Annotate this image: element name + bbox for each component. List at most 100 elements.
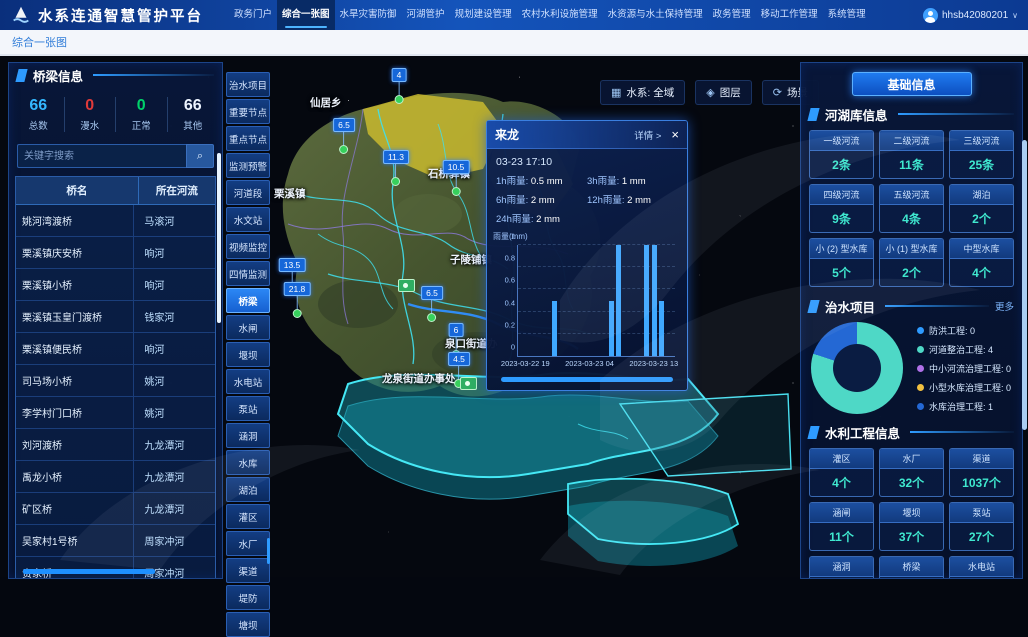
nav-item-移动工作管理[interactable]: 移动工作管理 (756, 0, 823, 30)
page-scrollbar[interactable] (1022, 140, 1027, 430)
info-card-四级河流[interactable]: 四级河流9条 (809, 184, 874, 233)
layer-item-监测预警[interactable]: 监测预警 (226, 153, 270, 178)
stat-value: 66 (168, 97, 219, 115)
river-cell: 响河 (134, 237, 215, 268)
layer-item-堰坝[interactable]: 堰坝 (226, 342, 270, 367)
more-link[interactable]: 更多 (995, 299, 1014, 313)
map-control-图层[interactable]: ◈图层 (695, 80, 751, 105)
rain-station-marker[interactable]: 6.5 (421, 286, 443, 322)
layer-item-视频监控[interactable]: 视频监控 (226, 234, 270, 259)
table-row[interactable]: 禹龙小桥九龙潭河 (16, 461, 215, 493)
user-avatar (923, 8, 938, 23)
layer-item-四情监测[interactable]: 四情监测 (226, 261, 270, 286)
layer-item-水库[interactable]: 水库 (226, 450, 270, 475)
chart-datazoom-slider[interactable] (501, 377, 673, 382)
rain-station-marker[interactable]: 4 (392, 68, 407, 104)
close-icon[interactable]: × (671, 128, 679, 141)
bridge-name-cell: 栗溪镇玉皇门渡桥 (16, 301, 134, 332)
map-control-水系: 全域[interactable]: ▦水系: 全域 (600, 80, 685, 105)
card-value: 66个 (880, 577, 943, 579)
search-button[interactable]: ⌕ (186, 144, 214, 168)
table-row[interactable]: 司马场小桥姚河 (16, 365, 215, 397)
rain-station-marker[interactable]: 10.5 (443, 160, 470, 196)
layer-item-泵站[interactable]: 泵站 (226, 396, 270, 421)
nav-item-系统管理[interactable]: 系统管理 (823, 0, 871, 30)
marker-dot (339, 145, 348, 154)
table-row[interactable]: 栗溪镇便民桥响河 (16, 333, 215, 365)
table-vertical-scrollbar[interactable] (217, 153, 221, 323)
info-card-灌区[interactable]: 灌区4个 (809, 448, 874, 497)
layer-item-治水项目[interactable]: 治水项目 (226, 72, 270, 97)
table-row[interactable]: 李学村门口桥姚河 (16, 397, 215, 429)
layer-item-桥梁[interactable]: 桥梁 (226, 288, 270, 313)
legend-label: 水库治理工程: 1 (929, 400, 993, 413)
table-row[interactable]: 栗溪镇玉皇门渡桥钱家河 (16, 301, 215, 333)
nav-item-规划建设管理[interactable]: 规划建设管理 (450, 0, 517, 30)
layer-item-水厂[interactable]: 水厂 (226, 531, 270, 556)
info-card-涵洞[interactable]: 涵洞47个 (809, 556, 874, 579)
info-card-湖泊[interactable]: 湖泊2个 (949, 184, 1014, 233)
info-card-小 (2) 型水库[interactable]: 小 (2) 型水库5个 (809, 238, 874, 287)
layer-item-水电站[interactable]: 水电站 (226, 369, 270, 394)
card-value: 25条 (950, 151, 1013, 178)
info-card-二级河流[interactable]: 二级河流11条 (879, 130, 944, 179)
info-card-小 (1) 型水库[interactable]: 小 (1) 型水库2个 (879, 238, 944, 287)
table-horizontal-scrollbar[interactable] (23, 569, 155, 574)
info-card-三级河流[interactable]: 三级河流25条 (949, 130, 1014, 179)
camera-icon[interactable] (460, 377, 477, 390)
layer-item-重要节点[interactable]: 重要节点 (226, 99, 270, 124)
user-menu[interactable]: hhsb42080201 ∨ (923, 8, 1018, 23)
info-card-中型水库[interactable]: 中型水库4个 (949, 238, 1014, 287)
layer-item-水文站[interactable]: 水文站 (226, 207, 270, 232)
nav-item-水资源与水土保持管理[interactable]: 水资源与水土保持管理 (603, 0, 708, 30)
nav-item-综合一张图[interactable]: 综合一张图 (277, 0, 335, 30)
info-card-一级河流[interactable]: 一级河流2条 (809, 130, 874, 179)
layer-item-灌区[interactable]: 灌区 (226, 504, 270, 529)
rain-station-marker[interactable]: 6.5 (333, 118, 355, 154)
info-card-泵站[interactable]: 泵站27个 (949, 502, 1014, 551)
grid-icon: ▦ (611, 86, 621, 99)
nav-item-水旱灾害防御[interactable]: 水旱灾害防御 (335, 0, 402, 30)
info-card-渠道[interactable]: 渠道1037个 (949, 448, 1014, 497)
rain-station-marker[interactable]: 11.3 (383, 150, 409, 186)
nav-item-农村水利设施管理[interactable]: 农村水利设施管理 (517, 0, 603, 30)
breadcrumb[interactable]: 综合一张图 (12, 34, 67, 50)
info-card-水电站[interactable]: 水电站3个 (949, 556, 1014, 579)
legend-dot (917, 403, 924, 410)
info-card-堰坝[interactable]: 堰坝37个 (879, 502, 944, 551)
table-row[interactable]: 吴家村1号桥周家冲河 (16, 525, 215, 557)
layer-menu-scrollbar[interactable] (267, 538, 270, 564)
layer-item-堤防[interactable]: 堤防 (226, 585, 270, 610)
table-row[interactable]: 姚河湾渡桥马滚河 (16, 205, 215, 237)
river-cell: 周家冲河 (134, 557, 215, 579)
popup-detail-link[interactable]: 详情 > (634, 128, 661, 142)
card-value: 1037个 (950, 469, 1013, 496)
camera-icon[interactable] (398, 279, 415, 292)
layer-item-塘坝[interactable]: 塘坝 (226, 612, 270, 637)
rain-station-marker[interactable]: 21.8 (284, 282, 311, 318)
info-card-五级河流[interactable]: 五级河流4条 (879, 184, 944, 233)
layer-item-河道段[interactable]: 河道段 (226, 180, 270, 205)
rain-value: 1 mm (622, 176, 646, 187)
layer-item-湖泊[interactable]: 湖泊 (226, 477, 270, 502)
table-row[interactable]: 栗溪镇庆安桥响河 (16, 237, 215, 269)
nav-item-政务门户[interactable]: 政务门户 (229, 0, 277, 30)
table-row[interactable]: 刘河渡桥九龙潭河 (16, 429, 215, 461)
nav-item-政务管理[interactable]: 政务管理 (708, 0, 756, 30)
table-row[interactable]: 贵家桥周家冲河 (16, 557, 215, 579)
layer-item-渠道[interactable]: 渠道 (226, 558, 270, 583)
table-row[interactable]: 栗溪镇小桥响河 (16, 269, 215, 301)
basic-info-button[interactable]: 基础信息 (852, 72, 972, 96)
nav-item-河湖管护[interactable]: 河湖管护 (402, 0, 450, 30)
search-input[interactable] (17, 144, 186, 168)
info-card-水厂[interactable]: 水厂32个 (879, 448, 944, 497)
layer-item-水闸[interactable]: 水闸 (226, 315, 270, 340)
layer-item-涵洞[interactable]: 涵洞 (226, 423, 270, 448)
info-card-桥梁[interactable]: 桥梁66个 (879, 556, 944, 579)
layer-item-重点节点[interactable]: 重点节点 (226, 126, 270, 151)
projects-legend: 防洪工程: 0河道整治工程: 4中小河流治理工程: 0小型水库治理工程: 0水库… (917, 324, 1011, 413)
card-value: 2个 (880, 259, 943, 286)
info-card-涵闸[interactable]: 涵闸11个 (809, 502, 874, 551)
table-row[interactable]: 矿区桥九龙潭河 (16, 493, 215, 525)
card-value: 4条 (880, 205, 943, 232)
